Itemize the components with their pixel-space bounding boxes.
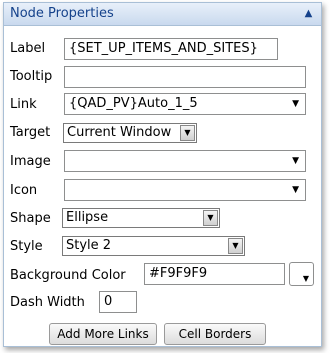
image-select[interactable]: ▼ [64,150,306,172]
icon-select[interactable]: ▼ [64,179,306,201]
chevron-up-icon[interactable]: ▲ [302,8,315,19]
cell-borders-button[interactable]: Cell Borders [164,323,266,345]
chevron-down-icon: ▼ [292,185,299,195]
icon-field-label: Icon [10,183,38,198]
label-field-label: Label [10,41,46,56]
add-more-links-button[interactable]: Add More Links [49,323,157,345]
shape-select-value: Ellipse [66,210,109,225]
panel-header: Node Properties ▲ [4,3,321,26]
shape-select[interactable]: Ellipse ▼ [62,208,220,228]
chevron-down-icon: ▼ [292,156,299,166]
target-select-value: Current Window [67,125,172,140]
target-select[interactable]: Current Window ▼ [63,123,197,143]
label-input[interactable]: {SET_UP_ITEMS_AND_SITES} [64,38,278,60]
color-picker-button[interactable]: ▼ [289,262,314,286]
chevron-down-icon: ▼ [292,99,299,109]
style-select[interactable]: Style 2 ▼ [62,236,245,256]
link-select[interactable]: {QAD_PV}Auto_1_5 ▼ [64,93,306,115]
tooltip-field-label: Tooltip [10,69,53,84]
panel-title: Node Properties [10,6,114,21]
link-field-label: Link [10,97,37,112]
tooltip-input[interactable] [64,66,306,88]
link-select-value: {QAD_PV}Auto_1_5 [69,96,198,111]
style-field-label: Style [10,239,43,254]
background-color-input[interactable]: #F9F9F9 [144,263,285,285]
dash-width-input[interactable]: 0 [99,291,137,313]
chevron-down-icon: ▼ [180,125,195,141]
dash-width-field-label: Dash Width [10,295,85,310]
chevron-down-icon: ▼ [302,274,309,283]
image-field-label: Image [10,154,51,169]
background-color-field-label: Background Color [10,268,126,283]
style-select-value: Style 2 [66,238,112,253]
chevron-down-icon: ▼ [228,238,243,254]
shape-field-label: Shape [10,211,51,226]
node-properties-panel: Node Properties ▲ Label {SET_UP_ITEMS_AN… [3,2,322,347]
chevron-down-icon: ▼ [203,210,218,226]
target-field-label: Target [10,125,51,140]
